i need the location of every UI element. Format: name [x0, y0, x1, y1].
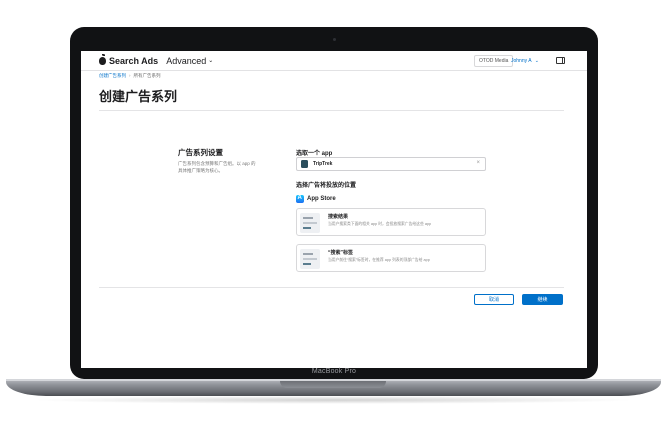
mode-label: Advanced [166, 55, 207, 66]
app-select-label: 选取一个 app [296, 151, 333, 157]
placement-label: 选择广告将投放的位置 [296, 183, 357, 189]
app-select-value: TripTrek [313, 161, 333, 167]
placement-option-title: 搜索结果 [328, 214, 349, 220]
settings-description: 广告系列包含预算和广告组。以 app 的具体推广策略为核心。 [178, 161, 256, 173]
app-store-icon [296, 195, 304, 203]
breadcrumb: 创建广告系列 › 所有广告系列 [99, 73, 161, 79]
product-name: Search Ads [109, 55, 159, 66]
cancel-button[interactable]: 取消 [474, 294, 514, 305]
breadcrumb-current[interactable]: 所有广告系列 [134, 73, 161, 78]
store-row: App Store [296, 195, 336, 203]
placement-option-search-results[interactable]: 搜索结果 当用户搜索类下面的相关 app 时，会投放搜索广告给这些 app [296, 208, 486, 236]
app-select-field[interactable]: TripTrek × [296, 157, 486, 171]
breadcrumb-separator: › [129, 73, 131, 78]
settings-title: 广告系列设置 [178, 148, 223, 157]
clear-icon[interactable]: × [476, 160, 480, 166]
page-title: 创建广告系列 [99, 89, 178, 104]
continue-button[interactable]: 继续 [522, 294, 563, 305]
header-divider [99, 110, 564, 111]
camera-dot [333, 38, 336, 41]
sidebar-toggle-icon[interactable] [556, 57, 565, 64]
search-results-preview-icon [300, 213, 320, 233]
chevron-down-icon: ⌄ [208, 58, 214, 64]
apple-logo-icon [99, 53, 106, 65]
placement-option-title: “搜索”标签 [328, 250, 354, 256]
mode-switcher[interactable]: Advanced ⌄ [166, 56, 213, 66]
app-header: Search Ads Advanced ⌄ OTOD Media Johnny … [81, 51, 587, 71]
laptop-notch [280, 381, 386, 388]
laptop-shadow [30, 396, 637, 404]
user-menu[interactable]: Johnny A ⌄ [511, 56, 539, 66]
footer-divider [99, 287, 564, 288]
breadcrumb-parent[interactable]: 创建广告系列 [99, 73, 126, 78]
laptop-bezel: Search Ads Advanced ⌄ OTOD Media Johnny … [70, 27, 598, 379]
placement-option-desc: 当用户搜索类下面的相关 app 时，会投放搜索广告给这些 app [328, 222, 432, 226]
placement-option-desc: 当用户前往“搜索”标签时，在推荐 app 列表的顶部广告给 app [328, 258, 430, 262]
org-badge[interactable]: OTOD Media [474, 55, 514, 67]
device-brand-label: MacBook Pro [311, 368, 357, 375]
placement-option-search-tab[interactable]: “搜索”标签 当用户前往“搜索”标签时，在推荐 app 列表的顶部广告给 app [296, 244, 486, 272]
user-name: Johnny A [511, 58, 532, 64]
app-thumbnail-icon [301, 160, 308, 168]
chevron-down-icon: ⌄ [534, 58, 539, 64]
laptop-screen: Search Ads Advanced ⌄ OTOD Media Johnny … [81, 51, 587, 368]
store-name: App Store [307, 196, 336, 202]
search-tab-preview-icon [300, 249, 320, 269]
